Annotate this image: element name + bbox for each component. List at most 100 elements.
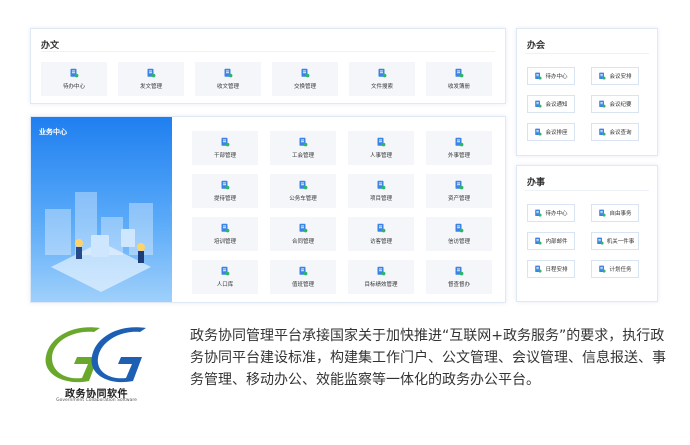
schedule-icon (535, 265, 543, 273)
pending-icon (535, 72, 543, 80)
business-tile-label: 目标绩效管理 (364, 282, 398, 288)
reception-icon (221, 180, 230, 190)
performance-icon (377, 266, 386, 276)
business-tile-label: 公务车管理 (289, 196, 317, 202)
office-tile-4[interactable]: 文件搜索 (349, 62, 415, 96)
affairs-tile-0[interactable]: 待办中心 (527, 204, 575, 222)
meeting-tile-label: 会议排座 (545, 130, 568, 136)
pending-icon (535, 209, 543, 217)
business-tile-6[interactable]: 项目管理 (348, 174, 414, 208)
logo: 政务协同软件 Government Collaboration Software (44, 326, 149, 406)
business-tile-label: 人事管理 (369, 153, 392, 159)
business-tile-label: 工会管理 (291, 153, 314, 159)
office-tile-label: 待办中心 (62, 84, 85, 90)
meeting-query-icon (599, 128, 607, 136)
affairs-tile-1[interactable]: 自由事务 (591, 204, 639, 222)
affairs-tile-label: 内部邮件 (545, 239, 568, 245)
business-tile-label: 人口库 (216, 282, 234, 288)
affairs-tile-label: 日程安排 (545, 267, 568, 273)
platform-description: 政务协同管理平台承接国家关于加快推进“互联网+政务服务”的要求，执行政务协同平台… (190, 328, 666, 388)
business-tile-label: 干部管理 (213, 153, 236, 159)
business-tile-label: 值班管理 (291, 282, 314, 288)
business-tile-5[interactable]: 公务车管理 (270, 174, 336, 208)
business-tile-9[interactable]: 合同管理 (270, 217, 336, 251)
affairs-tile-4[interactable]: 日程安排 (527, 260, 575, 278)
personnel-icon (377, 137, 386, 147)
cadre-icon (221, 137, 230, 147)
city-illustration-icon (45, 192, 153, 292)
office-tile-2[interactable]: 收文管理 (195, 62, 261, 96)
business-tile-label: 访客管理 (369, 239, 392, 245)
exchange-icon (301, 68, 310, 78)
business-tile-label: 督查督办 (447, 282, 470, 288)
meeting-minutes-icon (599, 100, 607, 108)
project-icon (377, 180, 386, 190)
office-tile-5[interactable]: 收发簿册 (426, 62, 492, 96)
meeting-plan-icon (599, 72, 607, 80)
office-panel: 办文 待办中心 发文管理 收文管理 交换管理 文件搜索 收发簿册 (30, 28, 506, 104)
affairs-panel-title: 办事 (527, 178, 546, 188)
mail-icon (535, 237, 543, 245)
union-icon (299, 137, 308, 147)
meeting-tile-5[interactable]: 会议查询 (591, 123, 639, 141)
affairs-tile-label: 待办中心 (545, 211, 568, 217)
meeting-panel: 办会 待办中心 会议安排 会议通知 会议纪要会议排座 会议查询 (516, 28, 658, 156)
office-divider (41, 51, 495, 52)
office-tile-1[interactable]: 发文管理 (118, 62, 184, 96)
office-tile-label: 交换管理 (293, 84, 316, 90)
affairs-divider (525, 190, 649, 191)
business-tile-2[interactable]: 人事管理 (348, 131, 414, 165)
affairs-tile-5[interactable]: 计划任务 (591, 260, 639, 278)
business-tile-11[interactable]: 信访管理 (426, 217, 492, 251)
business-hero-illustration: 业务中心 (31, 117, 172, 302)
affairs-tile-label: 机关一件事 (606, 239, 635, 245)
petition-icon (455, 223, 464, 233)
asset-icon (455, 180, 464, 190)
business-tile-10[interactable]: 访客管理 (348, 217, 414, 251)
meeting-divider (525, 53, 649, 54)
business-tile-7[interactable]: 资产管理 (426, 174, 492, 208)
one-matter-icon (596, 237, 604, 245)
office-tile-0[interactable]: 待办中心 (41, 62, 107, 96)
business-tile-4[interactable]: 提待管理 (192, 174, 258, 208)
business-tile-1[interactable]: 工会管理 (270, 131, 336, 165)
pending-doc-icon (70, 68, 79, 78)
duty-icon (299, 266, 308, 276)
gg-logo-icon (45, 327, 146, 383)
affairs-tile-label: 自由事务 (609, 211, 632, 217)
affairs-tile-2[interactable]: 内部邮件 (527, 232, 575, 250)
office-tile-3[interactable]: 交换管理 (272, 62, 338, 96)
meeting-panel-title: 办会 (527, 41, 546, 51)
meeting-tile-4[interactable]: 会议排座 (527, 123, 575, 141)
business-tile-3[interactable]: 外事管理 (426, 131, 492, 165)
business-tile-label: 培训管理 (213, 239, 236, 245)
supervision-icon (455, 266, 464, 276)
foreign-affairs-icon (455, 137, 464, 147)
meeting-tile-0[interactable]: 待办中心 (527, 67, 575, 85)
office-panel-title: 办文 (41, 41, 60, 51)
business-tile-14[interactable]: 目标绩效管理 (348, 260, 414, 294)
meeting-tile-3[interactable]: 会议纪要 (591, 95, 639, 113)
affairs-panel: 办事 待办中心 自由事务内部邮件 机关一件事日程安排 计划任务 (516, 165, 658, 302)
business-tile-8[interactable]: 培训管理 (192, 217, 258, 251)
business-tile-12[interactable]: 人口库 (192, 260, 258, 294)
business-tile-15[interactable]: 督查督办 (426, 260, 492, 294)
affairs-tile-3[interactable]: 机关一件事 (591, 232, 639, 250)
office-tile-label: 发文管理 (139, 84, 162, 90)
official-car-icon (299, 180, 308, 190)
business-tile-label: 外事管理 (447, 153, 470, 159)
register-icon (455, 68, 464, 78)
visitor-icon (377, 223, 386, 233)
meeting-tile-label: 待办中心 (545, 74, 568, 80)
meeting-tile-label: 会议纪要 (609, 102, 632, 108)
business-tile-label: 项目管理 (369, 196, 392, 202)
business-tile-label: 信访管理 (447, 239, 470, 245)
meeting-tile-label: 会议查询 (609, 130, 632, 136)
business-tile-0[interactable]: 干部管理 (192, 131, 258, 165)
incoming-doc-icon (224, 68, 233, 78)
affairs-tile-label: 计划任务 (609, 267, 632, 273)
business-tile-13[interactable]: 值班管理 (270, 260, 336, 294)
office-tile-label: 收文管理 (216, 84, 239, 90)
meeting-tile-2[interactable]: 会议通知 (527, 95, 575, 113)
meeting-tile-1[interactable]: 会议安排 (591, 67, 639, 85)
